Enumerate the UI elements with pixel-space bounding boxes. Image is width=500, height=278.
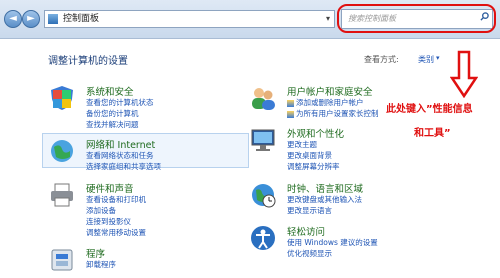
shield-icon	[51, 86, 73, 110]
chevron-down-icon[interactable]: ▾	[326, 11, 330, 27]
category-title[interactable]: 轻松访问	[287, 224, 325, 238]
link-display-language[interactable]: 更改显示语言	[287, 205, 332, 216]
annotation-line-2: 和工具”	[414, 128, 451, 139]
back-button[interactable]: ◄	[4, 10, 22, 28]
annotation-arrow-icon	[450, 50, 478, 98]
window-title-bar: ◄ ► 控制面板 ▾ 搜索控制面板	[0, 0, 500, 39]
link-troubleshoot[interactable]: 查找并解决问题	[86, 119, 139, 130]
clock-globe-icon	[252, 184, 276, 208]
view-by-select[interactable]: 类别	[418, 54, 434, 65]
link-view-status[interactable]: 查看您的计算机状态	[86, 97, 154, 108]
category-title[interactable]: 网络和 Internet	[86, 137, 155, 151]
link-optimize-display[interactable]: 优化视频显示	[287, 248, 332, 259]
back-arrow-icon: ◄	[9, 13, 17, 24]
category-title[interactable]: 程序	[86, 246, 105, 260]
network-globe-icon	[51, 140, 73, 162]
annotation-line-1: 此处键入”性能信息	[386, 104, 473, 115]
breadcrumb[interactable]: 控制面板	[63, 11, 99, 27]
users-icon	[252, 88, 275, 110]
link-parental-controls[interactable]: 为所有用户设置家长控制	[287, 108, 379, 119]
link-backup[interactable]: 备份您的计算机	[86, 108, 139, 119]
category-title[interactable]: 用户帐户和家庭安全	[287, 84, 373, 98]
link-add-remove-accounts[interactable]: 添加或删除用户帐户	[287, 97, 364, 108]
link-label: 添加或删除用户帐户	[296, 98, 364, 107]
page-title: 调整计算机的设置	[48, 56, 128, 67]
ease-of-access-icon	[251, 226, 275, 250]
printer-icon	[51, 183, 73, 207]
forward-button[interactable]: ►	[22, 10, 40, 28]
link-change-theme[interactable]: 更改主题	[287, 139, 317, 150]
link-windows-suggested-settings[interactable]: 使用 Windows 建议的设置	[287, 237, 378, 248]
highlight-box	[337, 4, 496, 33]
address-bar[interactable]: 控制面板 ▾	[44, 10, 335, 28]
category-title[interactable]: 外观和个性化	[287, 126, 344, 140]
link-network-status[interactable]: 查看网络状态和任务	[86, 150, 154, 161]
link-mobility-settings[interactable]: 调整常用移动设置	[86, 227, 146, 238]
view-by-chevron-icon[interactable]: ▾	[436, 54, 440, 62]
link-homegroup[interactable]: 选择家庭组和共享选项	[86, 161, 161, 172]
link-label: 为所有用户设置家长控制	[296, 109, 379, 118]
category-title[interactable]: 系统和安全	[86, 84, 134, 98]
forward-arrow-icon: ►	[27, 13, 35, 24]
appearance-monitor-icon	[251, 129, 275, 151]
link-devices-printers[interactable]: 查看设备和打印机	[86, 194, 146, 205]
link-add-device[interactable]: 添加设备	[86, 205, 116, 216]
programs-icon	[51, 249, 73, 271]
category-title[interactable]: 硬件和声音	[86, 181, 134, 195]
link-keyboard-input[interactable]: 更改键盘或其他输入法	[287, 194, 362, 205]
category-title[interactable]: 时钟、语言和区域	[287, 181, 363, 195]
link-uninstall[interactable]: 卸载程序	[86, 259, 116, 270]
view-by-label: 查看方式:	[364, 55, 399, 64]
link-screen-resolution[interactable]: 调整屏幕分辨率	[287, 161, 340, 172]
link-desktop-background[interactable]: 更改桌面背景	[287, 150, 332, 161]
uac-shield-icon	[287, 110, 294, 118]
uac-shield-icon	[287, 99, 294, 107]
control-panel-icon	[48, 14, 58, 24]
link-projector[interactable]: 连接到投影仪	[86, 216, 131, 227]
